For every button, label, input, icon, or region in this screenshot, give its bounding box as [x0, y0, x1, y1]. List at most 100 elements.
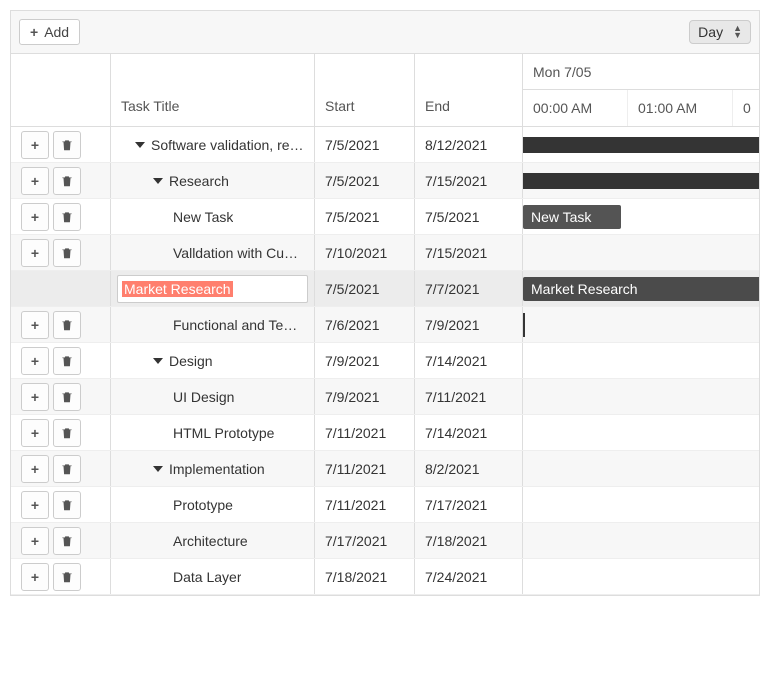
row-start-cell[interactable]: 7/5/2021 — [315, 127, 415, 162]
row-delete-button[interactable] — [53, 527, 81, 555]
timeline-cell[interactable] — [523, 127, 759, 162]
row-end-cell[interactable]: 7/11/2021 — [415, 379, 523, 414]
row-title-cell[interactable]: Implementation — [111, 451, 315, 486]
row-end-cell[interactable]: 7/24/2021 — [415, 559, 523, 594]
timeline-cell[interactable] — [523, 487, 759, 522]
chevron-down-icon[interactable] — [153, 466, 163, 472]
row-delete-button[interactable] — [53, 167, 81, 195]
chevron-down-icon[interactable] — [153, 358, 163, 364]
row-title-cell[interactable]: New Task — [111, 199, 315, 234]
row-end-cell[interactable]: 7/15/2021 — [415, 163, 523, 198]
row-end-cell[interactable]: 8/12/2021 — [415, 127, 523, 162]
row-start-cell[interactable]: 7/9/2021 — [315, 343, 415, 378]
timeline-cell[interactable] — [523, 379, 759, 414]
row-title-cell[interactable]: Research — [111, 163, 315, 198]
row-delete-button[interactable] — [53, 131, 81, 159]
add-button[interactable]: + Add — [19, 19, 80, 45]
row-add-button[interactable]: + — [21, 131, 49, 159]
row-delete-button[interactable] — [53, 383, 81, 411]
gantt-task-bar[interactable] — [523, 313, 525, 337]
trash-icon — [60, 498, 74, 512]
row-delete-button[interactable] — [53, 203, 81, 231]
row-title-cell[interactable]: Market Research — [111, 271, 315, 306]
timeline-cell[interactable] — [523, 343, 759, 378]
timeline-cell[interactable]: Market Research — [523, 271, 759, 306]
row-end-cell[interactable]: 7/7/2021 — [415, 271, 523, 306]
row-actions: + — [11, 451, 111, 486]
row-delete-button[interactable] — [53, 239, 81, 267]
row-title-cell[interactable]: Data Layer — [111, 559, 315, 594]
row-title-cell[interactable]: Design — [111, 343, 315, 378]
row-title-cell[interactable]: Functional and Te… — [111, 307, 315, 342]
row-add-button[interactable]: + — [21, 419, 49, 447]
table-row: + Software validation, re…7/5/20218/12/20… — [11, 127, 759, 163]
row-title-cell[interactable]: HTML Prototype — [111, 415, 315, 450]
trash-icon — [60, 138, 74, 152]
row-title-text: Functional and Te… — [173, 317, 297, 333]
timeline-cell[interactable] — [523, 451, 759, 486]
row-start-cell[interactable]: 7/11/2021 — [315, 451, 415, 486]
row-start-cell[interactable]: 7/18/2021 — [315, 559, 415, 594]
table-row: + Functional and Te… 7/6/20217/9/2021 — [11, 307, 759, 343]
row-start-cell[interactable]: 7/10/2021 — [315, 235, 415, 270]
row-end-cell[interactable]: 7/14/2021 — [415, 343, 523, 378]
view-select[interactable]: Day ▲▼ — [689, 20, 751, 44]
timeline-cell[interactable] — [523, 415, 759, 450]
header-title[interactable]: Task Title — [111, 54, 315, 126]
row-delete-button[interactable] — [53, 311, 81, 339]
row-start-cell[interactable]: 7/5/2021 — [315, 199, 415, 234]
row-start-cell[interactable]: 7/17/2021 — [315, 523, 415, 558]
row-add-button[interactable]: + — [21, 563, 49, 591]
row-end-cell[interactable]: 8/2/2021 — [415, 451, 523, 486]
row-start-cell[interactable]: 7/5/2021 — [315, 163, 415, 198]
row-add-button[interactable]: + — [21, 311, 49, 339]
row-end-cell[interactable]: 7/5/2021 — [415, 199, 523, 234]
gantt-task-bar[interactable]: Market Research — [523, 277, 759, 301]
row-delete-button[interactable] — [53, 563, 81, 591]
timeline-cell[interactable] — [523, 235, 759, 270]
row-title-cell[interactable]: Prototype — [111, 487, 315, 522]
timeline-cell[interactable]: New Task — [523, 199, 759, 234]
gantt-summary-bar[interactable] — [523, 173, 759, 189]
row-add-button[interactable]: + — [21, 203, 49, 231]
row-start-cell[interactable]: 7/11/2021 — [315, 415, 415, 450]
chevron-down-icon[interactable] — [153, 178, 163, 184]
row-start-cell[interactable]: 7/5/2021 — [315, 271, 415, 306]
row-title-cell[interactable]: UI Design — [111, 379, 315, 414]
row-end-cell[interactable]: 7/15/2021 — [415, 235, 523, 270]
row-end-cell[interactable]: 7/17/2021 — [415, 487, 523, 522]
row-add-button[interactable]: + — [21, 455, 49, 483]
header-end[interactable]: End — [415, 54, 523, 126]
gantt-task-bar[interactable]: New Task — [523, 205, 621, 229]
row-add-button[interactable]: + — [21, 167, 49, 195]
row-end-cell[interactable]: 7/18/2021 — [415, 523, 523, 558]
row-add-button[interactable]: + — [21, 239, 49, 267]
timeline-cell[interactable] — [523, 307, 759, 342]
row-delete-button[interactable] — [53, 491, 81, 519]
row-title-text: Implementation — [169, 461, 265, 477]
row-add-button[interactable]: + — [21, 347, 49, 375]
row-add-button[interactable]: + — [21, 527, 49, 555]
row-start-cell[interactable]: 7/6/2021 — [315, 307, 415, 342]
title-edit-input[interactable]: Market Research — [117, 275, 308, 303]
row-title-cell[interactable]: Software validation, re… — [111, 127, 315, 162]
row-title-cell[interactable]: Valldation with Cu… — [111, 235, 315, 270]
timeline-cell[interactable] — [523, 559, 759, 594]
row-add-button[interactable]: + — [21, 383, 49, 411]
row-add-button[interactable]: + — [21, 491, 49, 519]
row-delete-button[interactable] — [53, 419, 81, 447]
row-actions: + — [11, 559, 111, 594]
row-title-text: Design — [169, 353, 213, 369]
row-title-cell[interactable]: Architecture — [111, 523, 315, 558]
header-start[interactable]: Start — [315, 54, 415, 126]
row-end-cell[interactable]: 7/14/2021 — [415, 415, 523, 450]
timeline-cell[interactable] — [523, 523, 759, 558]
gantt-summary-bar[interactable] — [523, 137, 759, 153]
timeline-cell[interactable] — [523, 163, 759, 198]
row-start-cell[interactable]: 7/9/2021 — [315, 379, 415, 414]
chevron-down-icon[interactable] — [135, 142, 145, 148]
row-start-cell[interactable]: 7/11/2021 — [315, 487, 415, 522]
row-delete-button[interactable] — [53, 347, 81, 375]
row-end-cell[interactable]: 7/9/2021 — [415, 307, 523, 342]
row-delete-button[interactable] — [53, 455, 81, 483]
